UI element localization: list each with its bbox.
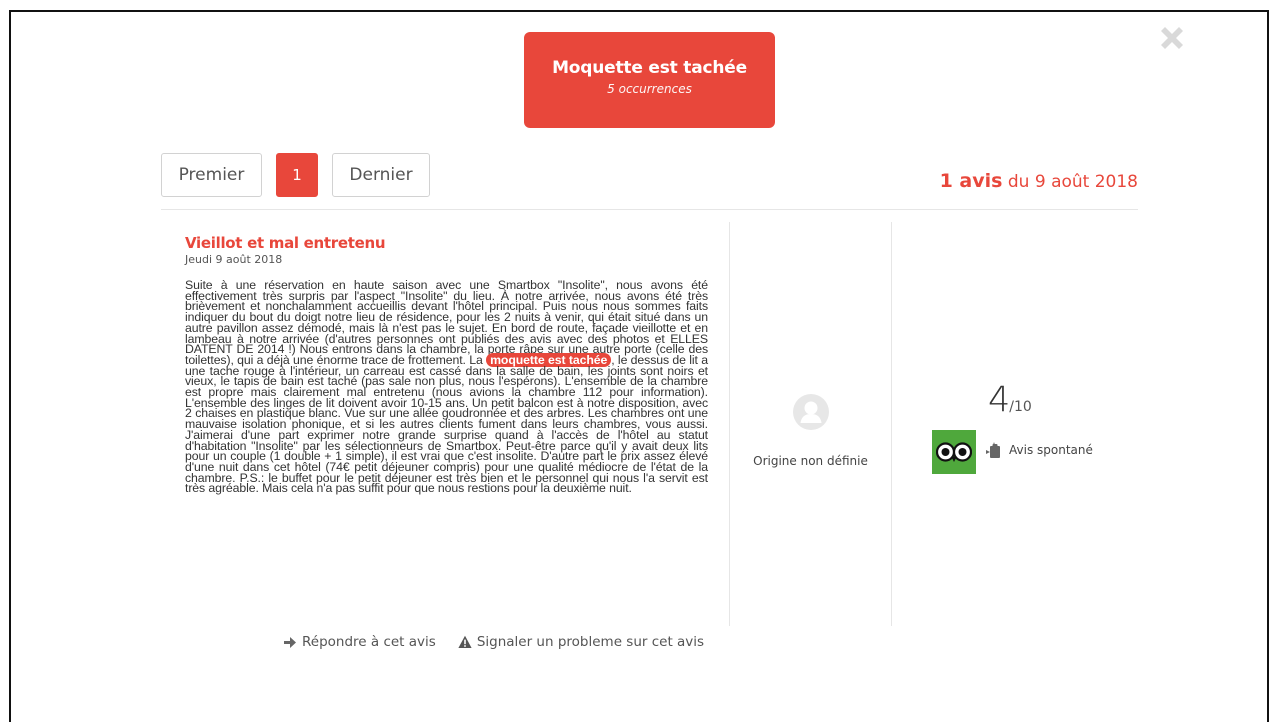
review-summary-date: du 9 août 2018 (1007, 172, 1138, 192)
topic-occurrences: 5 occurrences (607, 82, 692, 96)
warning-icon (458, 635, 472, 648)
rating-value: 4 (988, 380, 1010, 420)
review-summary: 1 avis du 9 août 2018 (940, 170, 1138, 192)
origin-label: Origine non définie (753, 454, 868, 468)
report-label: Signaler un probleme sur cet avis (476, 634, 705, 650)
origin-column: Origine non définie (730, 393, 891, 468)
topic-header: Moquette est tachée 5 occurrences (524, 32, 775, 128)
review-title: Vieillot et mal entretenu (185, 234, 386, 252)
review-type: Avis spontané (985, 441, 1093, 459)
topic-title: Moquette est tachée (552, 58, 747, 78)
review-date: Jeudi 9 août 2018 (185, 253, 283, 266)
reply-link[interactable]: Répondre à cet avis (283, 634, 436, 650)
review-body: Suite à une réservation en haute saison … (185, 279, 708, 496)
rating-score: 4/10 (988, 380, 1032, 420)
spontaneous-review-icon (986, 442, 1000, 458)
rating-max: /10 (1009, 399, 1032, 415)
column-divider-2 (891, 222, 892, 626)
page-1-button[interactable]: 1 (276, 153, 318, 197)
close-button[interactable] (1156, 22, 1188, 54)
header-divider (161, 209, 1138, 210)
review-text-after: , le dessus de lit a une tache rouge à l… (185, 352, 708, 496)
tripadvisor-owl-icon (932, 430, 976, 474)
review-source: Avis spontané (932, 430, 1093, 474)
first-page-button[interactable]: Premier (161, 153, 262, 197)
last-page-button[interactable]: Dernier (332, 153, 430, 197)
review-type-label: Avis spontané (1009, 443, 1093, 457)
review-count: 1 avis (939, 170, 1003, 192)
user-avatar-icon (792, 393, 830, 431)
reply-arrow-icon (284, 637, 296, 648)
reply-label: Répondre à cet avis (302, 634, 436, 650)
report-link[interactable]: Signaler un probleme sur cet avis (458, 634, 704, 650)
review-actions: Répondre à cet avis Signaler un probleme… (283, 634, 704, 650)
pagination: Premier 1 Dernier (161, 153, 430, 197)
close-icon (1161, 27, 1183, 49)
review-card: Vieillot et mal entretenu Jeudi 9 août 2… (185, 234, 708, 496)
